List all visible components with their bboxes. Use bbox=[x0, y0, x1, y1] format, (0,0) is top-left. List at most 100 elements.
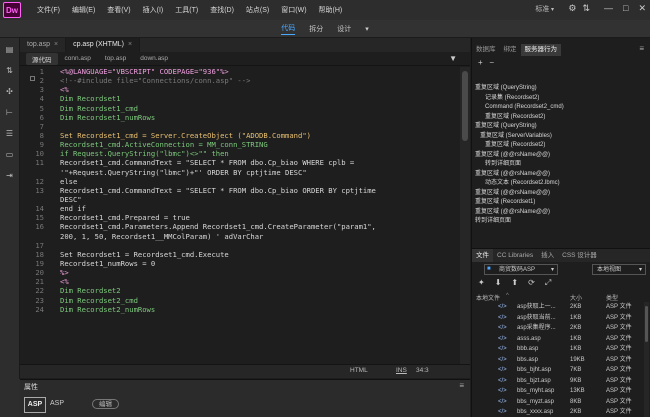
gear-icon[interactable]: ⚙ bbox=[568, 3, 576, 14]
code-text[interactable]: end if bbox=[60, 204, 86, 213]
file-row[interactable]: </> bbs.asp 19KB ASP 文件 bbox=[472, 356, 650, 365]
tab-server-behaviors[interactable]: 服务器行为 bbox=[520, 44, 561, 56]
file-row[interactable]: </> bbs_bjht.asp 7KB ASP 文件 bbox=[472, 366, 650, 375]
code-line[interactable]: 7 bbox=[20, 122, 460, 131]
code-text[interactable]: Recordset1_cmd.ActiveConnection = MM_con… bbox=[60, 140, 268, 149]
menu-tools[interactable]: 工具(T) bbox=[169, 5, 204, 15]
server-behavior-item[interactable]: 重复区域 (ServerVariables) bbox=[480, 132, 552, 140]
code-line[interactable]: 11 Recordset1_cmd.CommandText = "SELECT *… bbox=[20, 158, 460, 167]
menu-window[interactable]: 窗口(W) bbox=[275, 5, 312, 15]
file-row[interactable]: </> bbs_myzt.asp 8KB ASP 文件 bbox=[472, 398, 650, 407]
insert-mode[interactable]: INS bbox=[396, 367, 407, 374]
put-files-icon[interactable]: ⬆ bbox=[511, 278, 518, 288]
source-code-button[interactable]: 源代码 bbox=[26, 52, 58, 65]
tab-files[interactable]: 文件 bbox=[472, 249, 493, 262]
code-line[interactable]: 12 else bbox=[20, 177, 460, 186]
view-design-button[interactable]: 设计 bbox=[337, 24, 351, 34]
server-behavior-item[interactable]: 重复区域 (@@rsName@@) bbox=[475, 189, 550, 197]
code-line[interactable]: 4 Dim Recordset1 bbox=[20, 94, 460, 103]
code-text[interactable]: '"+Request.QueryString("lbmc")+"' ORDER … bbox=[60, 168, 307, 177]
sync-icon[interactable]: ⇅ bbox=[582, 3, 590, 14]
menu-file[interactable]: 文件(F) bbox=[31, 5, 66, 15]
server-behavior-item[interactable]: 动态文本 (Recordset2.lbmc) bbox=[485, 179, 560, 187]
server-behavior-item[interactable]: Command (Recordset2_cmd) bbox=[485, 103, 564, 111]
code-text[interactable]: Set Recordset1_cmd = Server.CreateObject… bbox=[60, 131, 311, 140]
tab-css-designer[interactable]: CSS 设计器 bbox=[558, 249, 601, 262]
code-text[interactable]: <% bbox=[60, 85, 69, 94]
code-text[interactable]: Dim Recordset1 bbox=[60, 94, 121, 103]
indent-icon[interactable]: ⇥ bbox=[0, 167, 19, 185]
minimize-button[interactable]: — bbox=[604, 3, 613, 14]
tab-top-asp[interactable]: top.asp × bbox=[20, 38, 67, 52]
scrollbar-thumb[interactable] bbox=[645, 306, 648, 342]
file-row[interactable]: </> bbb.asp 1KB ASP 文件 bbox=[472, 345, 650, 354]
code-text[interactable]: <!--#include file="Connections/conn.asp"… bbox=[60, 76, 250, 85]
code-line[interactable]: DESC" bbox=[20, 195, 460, 204]
file-row[interactable]: </> bbs_bjzt.asp 9KB ASP 文件 bbox=[472, 377, 650, 386]
code-text[interactable]: 200, 1, 50, Recordset1__MMColParam) ' ad… bbox=[60, 232, 263, 241]
code-line[interactable]: 10 if Request.QueryString("lbmc")<>"" the… bbox=[20, 149, 460, 158]
server-behavior-item[interactable]: 重复区域 (QueryString) bbox=[475, 122, 537, 130]
select-parent-tag-icon[interactable]: ⊢ bbox=[0, 104, 19, 122]
file-row[interactable]: </> bbs_myht.asp 13KB ASP 文件 bbox=[472, 387, 650, 396]
file-row[interactable]: </> asp获取上一... 2KB ASP 文件 bbox=[472, 303, 650, 312]
server-behavior-item[interactable]: 重复区域 (QueryString) bbox=[475, 84, 537, 92]
format-source-icon[interactable]: ☰ bbox=[0, 125, 19, 143]
code-line[interactable]: 1 <%@LANGUAGE="VBSCRIPT" CODEPAGE="936"%> bbox=[20, 67, 460, 76]
code-line[interactable]: 14 end if bbox=[20, 204, 460, 213]
add-behavior-icon[interactable]: + bbox=[478, 58, 483, 67]
code-text[interactable]: Dim Recordset2_numRows bbox=[60, 305, 155, 314]
menu-edit[interactable]: 编辑(E) bbox=[66, 5, 101, 15]
apply-comment-icon[interactable]: ▭ bbox=[0, 146, 19, 164]
code-text[interactable]: %> bbox=[60, 268, 69, 277]
code-text[interactable]: Recordset1_cmd.Prepared = true bbox=[60, 213, 190, 222]
related-file-top[interactable]: top.asp bbox=[98, 55, 133, 62]
filter-icon[interactable]: ▼ bbox=[442, 54, 464, 63]
server-behavior-item[interactable]: 重复区域 (Recordset2) bbox=[485, 113, 545, 121]
code-text[interactable]: Recordset1_cmd.CommandText = "SELECT * F… bbox=[60, 158, 354, 167]
design-dropdown-icon[interactable]: ▾ bbox=[365, 25, 369, 33]
col-type[interactable]: 类型 bbox=[606, 293, 618, 302]
code-line[interactable]: 8 Set Recordset1_cmd = Server.CreateObjec… bbox=[20, 131, 460, 140]
file-list-scrollbar[interactable] bbox=[644, 302, 649, 417]
code-line[interactable]: 18 Set Recordset1 = Recordset1_cmd.Execut… bbox=[20, 250, 460, 259]
workspace-switcher[interactable]: 标准 bbox=[535, 4, 554, 14]
view-code-button[interactable]: 代码 bbox=[281, 23, 296, 35]
col-local-files[interactable]: 本地文件 bbox=[476, 293, 500, 302]
editor-scrollbar[interactable] bbox=[460, 67, 470, 364]
code-text[interactable]: Recordset1_cmd.Parameters.Append Records… bbox=[60, 222, 376, 231]
related-file-conn[interactable]: conn.asp bbox=[58, 55, 98, 62]
code-text[interactable]: Recordset1_cmd.CommandText = "SELECT * F… bbox=[60, 186, 376, 195]
server-behavior-item[interactable]: 记录集 (Recordset2) bbox=[485, 94, 539, 102]
code-line[interactable]: 9 Recordset1_cmd.ActiveConnection = MM_co… bbox=[20, 140, 460, 149]
file-row[interactable]: </> bbs_xxxx.asp 2KB ASP 文件 bbox=[472, 408, 650, 417]
col-size[interactable]: 大小 bbox=[570, 293, 582, 302]
code-line[interactable]: 13 Recordset1_cmd.CommandText = "SELECT *… bbox=[20, 186, 460, 195]
code-line[interactable]: 23 Dim Recordset2_cmd bbox=[20, 296, 460, 305]
expand-icon[interactable]: ⤢ bbox=[545, 278, 551, 288]
server-behavior-item[interactable]: 重复区域 (Recordset2) bbox=[485, 141, 545, 149]
refresh-icon[interactable]: ⟳ bbox=[528, 278, 535, 288]
code-line[interactable]: 22 Dim Recordset2 bbox=[20, 286, 460, 295]
code-line[interactable]: 6 Dim Recordset1_numRows bbox=[20, 113, 460, 122]
remove-behavior-icon[interactable]: − bbox=[489, 58, 494, 67]
code-text[interactable]: Recordset1_numRows = 0 bbox=[60, 259, 155, 268]
panel-menu-icon[interactable]: ≡ bbox=[639, 44, 644, 53]
file-management-icon[interactable]: ⇅ bbox=[0, 62, 19, 80]
code-line[interactable]: 5 Dim Recordset1_cmd bbox=[20, 104, 460, 113]
menu-find[interactable]: 查找(D) bbox=[204, 5, 240, 15]
menu-view[interactable]: 查看(V) bbox=[101, 5, 136, 15]
panel-menu-icon[interactable]: ≡ bbox=[459, 381, 464, 390]
code-line[interactable]: '"+Request.QueryString("lbmc")+"' ORDER … bbox=[20, 168, 460, 177]
code-editor[interactable]: 1 <%@LANGUAGE="VBSCRIPT" CODEPAGE="936"%>… bbox=[20, 67, 460, 364]
code-line[interactable]: 200, 1, 50, Recordset1__MMColParam) ' ad… bbox=[20, 232, 460, 241]
open-documents-icon[interactable]: ▤ bbox=[0, 41, 19, 59]
document-type[interactable]: HTML bbox=[350, 367, 368, 374]
code-line[interactable]: 3 <% bbox=[20, 85, 460, 94]
server-behavior-item[interactable]: 转到详细页面 bbox=[475, 217, 511, 225]
server-behavior-item[interactable]: 转到详细页面 bbox=[485, 160, 521, 168]
code-text[interactable]: <% bbox=[60, 277, 69, 286]
menu-site[interactable]: 站点(S) bbox=[240, 5, 275, 15]
menu-insert[interactable]: 插入(I) bbox=[137, 5, 170, 15]
code-line[interactable]: 24 Dim Recordset2_numRows bbox=[20, 305, 460, 314]
